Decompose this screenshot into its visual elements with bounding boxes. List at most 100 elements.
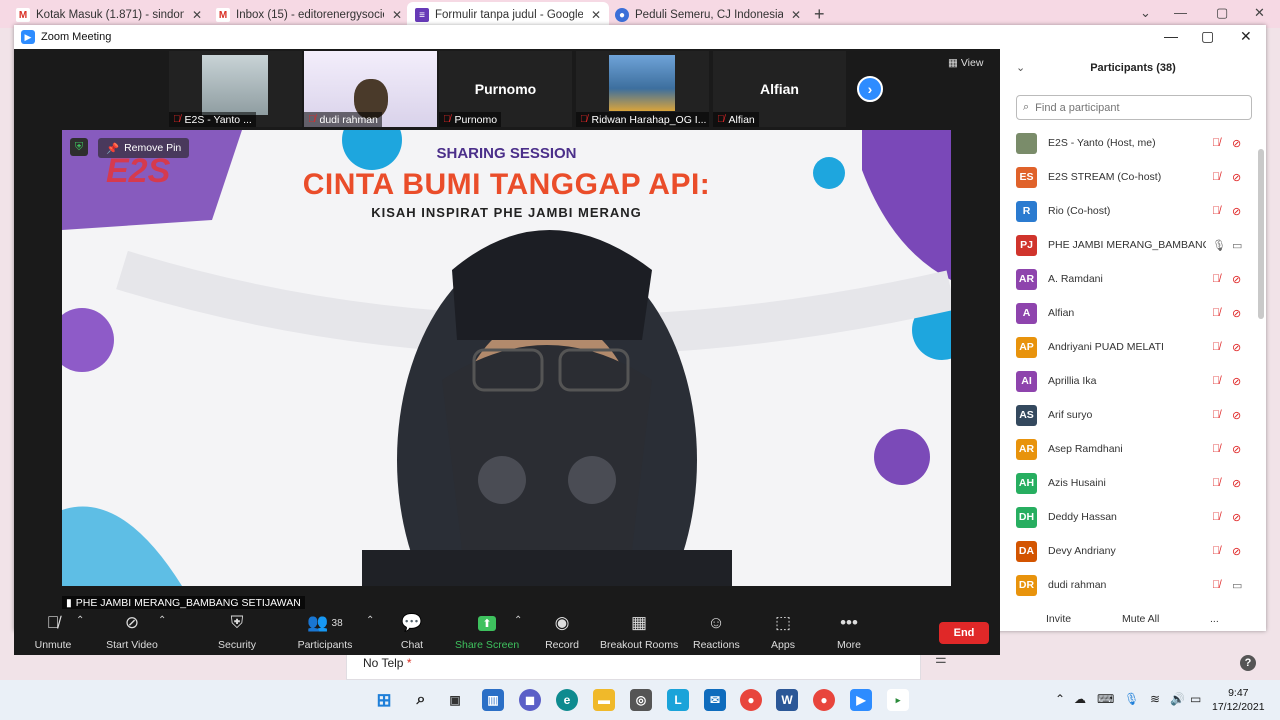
- participant-row[interactable]: DH Deddy Hassan 🎙̸ ⊘: [1000, 500, 1258, 534]
- record-button[interactable]: ◉ Record: [542, 611, 582, 651]
- word-icon[interactable]: W: [776, 689, 798, 711]
- mic-muted-icon[interactable]: 🎙̸: [1212, 341, 1220, 353]
- chevron-down-icon[interactable]: ⌄: [1140, 5, 1151, 21]
- participant-row[interactable]: DA Devy Andriany 🎙̸ ⊘: [1000, 534, 1258, 568]
- mic-muted-icon[interactable]: 🎙̸: [1212, 579, 1220, 591]
- task-view-icon[interactable]: ▣: [444, 689, 466, 711]
- participant-row[interactable]: AR A. Ramdani 🎙̸ ⊘: [1000, 262, 1258, 296]
- reactions-button[interactable]: ☺ Reactions: [693, 611, 740, 651]
- battery-icon[interactable]: ▭: [1190, 692, 1201, 706]
- participant-search-input[interactable]: [1035, 101, 1236, 114]
- close-icon[interactable]: ✕: [791, 8, 801, 22]
- camera-icon[interactable]: ◎: [630, 689, 652, 711]
- participants-button[interactable]: 👥 38 Participants: [297, 611, 353, 651]
- participant-row[interactable]: ES E2S STREAM (Co-host) 🎙̸ ⊘: [1000, 160, 1258, 194]
- participant-row[interactable]: A Alfian 🎙̸ ⊘: [1000, 296, 1258, 330]
- search-icon[interactable]: ⌕: [410, 689, 432, 711]
- breakout-rooms-button[interactable]: ▦ Breakout Rooms: [600, 611, 678, 651]
- video-off-icon[interactable]: ⊘: [1232, 375, 1241, 388]
- participant-row[interactable]: AH Azis Husaini 🎙̸ ⊘: [1000, 466, 1258, 500]
- chevron-up-icon[interactable]: ⌃: [158, 615, 166, 626]
- video-thumbnail[interactable]: 🎙̸ E2S - Yanto ...: [169, 51, 302, 127]
- invite-button[interactable]: Invite: [1046, 609, 1071, 629]
- teams-chat-icon[interactable]: ◼: [519, 689, 541, 711]
- video-off-icon[interactable]: ⊘: [1232, 273, 1241, 286]
- mic-muted-icon[interactable]: 🎙̸: [1212, 511, 1220, 523]
- video-off-icon[interactable]: ⊘: [1232, 137, 1241, 150]
- video-thumbnail[interactable]: Alfian 🎙̸ Alfian: [713, 51, 846, 127]
- mic-muted-icon[interactable]: 🎙̸: [1212, 307, 1220, 319]
- mute-all-button[interactable]: Mute All: [1122, 609, 1159, 629]
- view-button[interactable]: ▦ View: [948, 57, 983, 69]
- maximize-icon[interactable]: ▢: [1201, 28, 1214, 45]
- chrome-profile-icon[interactable]: ●: [813, 689, 835, 711]
- remove-pin-button[interactable]: 📌 Remove Pin: [98, 138, 190, 158]
- edge-icon[interactable]: e: [556, 689, 578, 711]
- chevron-up-icon[interactable]: ⌃: [76, 615, 84, 626]
- zoom-icon[interactable]: ▶: [850, 689, 872, 711]
- chrome-icon[interactable]: ●: [740, 689, 762, 711]
- more-button[interactable]: ••• More: [833, 611, 865, 651]
- wifi-icon[interactable]: ≋: [1150, 692, 1160, 706]
- video-off-icon[interactable]: ⊘: [1232, 443, 1241, 456]
- participant-row[interactable]: DR dudi rahman 🎙̸ ▭: [1000, 568, 1258, 602]
- mail-icon[interactable]: ✉: [704, 689, 726, 711]
- close-icon[interactable]: ✕: [192, 8, 202, 22]
- video-thumbnail[interactable]: 🎙̸ dudi rahman: [304, 51, 437, 127]
- widgets-icon[interactable]: ▥: [482, 689, 504, 711]
- participant-row[interactable]: AS Arif suryo 🎙̸ ⊘: [1000, 398, 1258, 432]
- video-thumbnail[interactable]: Purnomo 🎙̸ Purnomo: [439, 51, 572, 127]
- participant-row[interactable]: R Rio (Co-host) 🎙̸ ⊘: [1000, 194, 1258, 228]
- participant-row[interactable]: AR Asep Ramdhani 🎙̸ ⊘: [1000, 432, 1258, 466]
- chevron-up-icon[interactable]: ⌃: [1055, 692, 1065, 706]
- mic-muted-icon[interactable]: 🎙̸: [1212, 443, 1220, 455]
- end-meeting-button[interactable]: End: [939, 622, 989, 644]
- video-off-icon[interactable]: ⊘: [1232, 307, 1241, 320]
- mic-muted-icon[interactable]: 🎙̸: [1212, 171, 1220, 183]
- volume-icon[interactable]: 🔊: [1170, 692, 1185, 706]
- video-off-icon[interactable]: ⊘: [1232, 409, 1241, 422]
- cloud-icon[interactable]: ☁: [1074, 692, 1086, 706]
- unmute-button[interactable]: 🎙̸ Unmute: [32, 611, 74, 651]
- participant-row[interactable]: PJ PHE JAMBI MERANG_BAMBANG ... 🎙 ▭: [1000, 228, 1258, 262]
- windows-start-icon[interactable]: ⊞: [373, 689, 395, 711]
- close-icon[interactable]: ✕: [591, 8, 601, 22]
- minimize-icon[interactable]: —: [1164, 28, 1178, 44]
- file-explorer-icon[interactable]: ▬: [593, 689, 615, 711]
- mic-muted-icon[interactable]: 🎙̸: [1212, 545, 1220, 557]
- mic-muted-icon[interactable]: 🎙̸: [1212, 477, 1220, 489]
- chat-button[interactable]: 💬 Chat: [397, 611, 427, 651]
- close-icon[interactable]: ✕: [1240, 28, 1252, 45]
- start-video-button[interactable]: ⊘ Start Video: [102, 611, 162, 651]
- video-off-icon[interactable]: ⊘: [1232, 545, 1241, 558]
- mic-muted-icon[interactable]: 🎙̸: [1212, 137, 1220, 149]
- new-tab-button[interactable]: +: [814, 4, 825, 25]
- participant-row[interactable]: AI Aprillia Ika 🎙̸ ⊘: [1000, 364, 1258, 398]
- microphone-icon[interactable]: 🎙: [1124, 692, 1139, 706]
- minimize-icon[interactable]: —: [1174, 5, 1187, 20]
- participant-row[interactable]: AP Andriyani PUAD MELATI 🎙̸ ⊘: [1000, 330, 1258, 364]
- mic-muted-icon[interactable]: 🎙̸: [1212, 273, 1220, 285]
- system-clock[interactable]: 9:47 17/12/2021: [1212, 686, 1265, 714]
- scrollbar[interactable]: [1258, 149, 1264, 319]
- participant-row[interactable]: E2S - Yanto (Host, me) 🎙̸ ⊘: [1000, 126, 1258, 160]
- mic-icon[interactable]: 🎙: [1212, 239, 1226, 252]
- pinned-video[interactable]: E2S SHARING SESSION CINTA BUMI TANGGAP A…: [62, 130, 951, 586]
- close-icon[interactable]: ✕: [392, 8, 402, 22]
- mic-muted-icon[interactable]: 🎙̸: [1212, 409, 1220, 421]
- video-icon[interactable]: ▭: [1232, 239, 1242, 252]
- video-off-icon[interactable]: ⊘: [1232, 341, 1241, 354]
- maximize-icon[interactable]: ▢: [1216, 5, 1228, 21]
- video-off-icon[interactable]: ⊘: [1232, 477, 1241, 490]
- mic-muted-icon[interactable]: 🎙̸: [1212, 205, 1220, 217]
- keyboard-icon[interactable]: ⌨: [1097, 692, 1114, 706]
- close-icon[interactable]: ✕: [1254, 5, 1265, 21]
- video-off-icon[interactable]: ⊘: [1232, 171, 1241, 184]
- video-icon[interactable]: ▭: [1232, 579, 1242, 592]
- app-l-icon[interactable]: L: [667, 689, 689, 711]
- help-icon[interactable]: ?: [1240, 655, 1256, 671]
- video-thumbnail[interactable]: 🎙̸ Ridwan Harahap_OG I...: [576, 51, 709, 127]
- security-button[interactable]: ⛨ Security: [217, 611, 257, 651]
- chevron-up-icon[interactable]: ⌃: [366, 615, 374, 626]
- next-page-arrow-icon[interactable]: ›: [857, 76, 883, 102]
